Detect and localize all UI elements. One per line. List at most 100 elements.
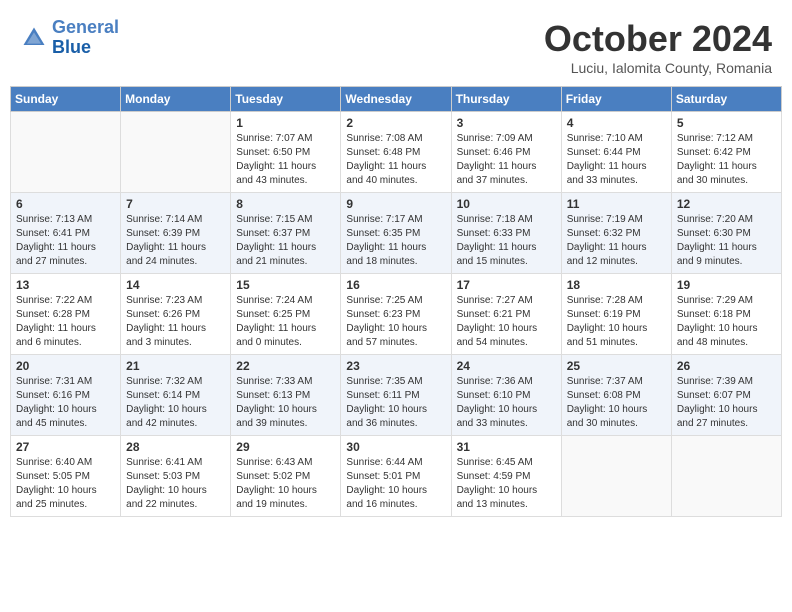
day-number: 11 xyxy=(567,197,666,211)
calendar-table: SundayMondayTuesdayWednesdayThursdayFrid… xyxy=(10,86,782,517)
calendar-cell: 4 Sunrise: 7:10 AM Sunset: 6:44 PM Daylig… xyxy=(561,112,671,193)
day-detail: Sunrise: 7:08 AM Sunset: 6:48 PM Dayligh… xyxy=(346,132,445,188)
calendar-cell xyxy=(121,112,231,193)
day-number: 26 xyxy=(677,359,776,373)
day-detail: Sunrise: 7:39 AM Sunset: 6:07 PM Dayligh… xyxy=(677,375,776,431)
logo-icon xyxy=(20,24,48,52)
day-number: 4 xyxy=(567,116,666,130)
day-number: 18 xyxy=(567,278,666,292)
day-detail: Sunrise: 7:13 AM Sunset: 6:41 PM Dayligh… xyxy=(16,213,115,269)
calendar-week-row: 27Sunrise: 6:40 AM Sunset: 5:05 PM Dayli… xyxy=(11,436,782,517)
day-number: 31 xyxy=(457,440,556,454)
day-detail: Sunrise: 7:35 AM Sunset: 6:11 PM Dayligh… xyxy=(346,375,445,431)
calendar-cell: 1 Sunrise: 7:07 AM Sunset: 6:50 PM Daylig… xyxy=(231,112,341,193)
calendar-cell: 18 Sunrise: 7:28 AM Sunset: 6:19 PM Dayli… xyxy=(561,274,671,355)
calendar-cell xyxy=(11,112,121,193)
calendar-cell: 13 Sunrise: 7:22 AM Sunset: 6:28 PM Dayli… xyxy=(11,274,121,355)
weekday-header: Monday xyxy=(121,87,231,112)
day-detail: Sunrise: 7:17 AM Sunset: 6:35 PM Dayligh… xyxy=(346,213,445,269)
calendar-week-row: 20Sunrise: 7:31 AM Sunset: 6:16 PM Dayli… xyxy=(11,355,782,436)
day-number: 10 xyxy=(457,197,556,211)
month-title: October 2024 xyxy=(544,18,772,60)
day-detail: Sunrise: 7:24 AM Sunset: 6:25 PM Dayligh… xyxy=(236,294,335,350)
calendar-cell: 15Sunrise: 7:24 AM Sunset: 6:25 PM Dayli… xyxy=(231,274,341,355)
weekday-header: Saturday xyxy=(671,87,781,112)
page-header: General Blue October 2024 Luciu, Ialomit… xyxy=(10,10,782,80)
day-detail: Sunrise: 7:12 AM Sunset: 6:42 PM Dayligh… xyxy=(677,132,776,188)
weekday-header: Tuesday xyxy=(231,87,341,112)
calendar-cell: 6Sunrise: 7:13 AM Sunset: 6:41 PM Daylig… xyxy=(11,193,121,274)
day-number: 14 xyxy=(126,278,225,292)
day-detail: Sunrise: 6:45 AM Sunset: 4:59 PM Dayligh… xyxy=(457,456,556,512)
calendar-week-row: 6Sunrise: 7:13 AM Sunset: 6:41 PM Daylig… xyxy=(11,193,782,274)
calendar-cell: 23 Sunrise: 7:35 AM Sunset: 6:11 PM Dayli… xyxy=(341,355,451,436)
day-number: 1 xyxy=(236,116,335,130)
day-detail: Sunrise: 6:43 AM Sunset: 5:02 PM Dayligh… xyxy=(236,456,335,512)
day-number: 17 xyxy=(457,278,556,292)
calendar-cell xyxy=(671,436,781,517)
calendar-cell: 12 Sunrise: 7:20 AM Sunset: 6:30 PM Dayli… xyxy=(671,193,781,274)
day-number: 24 xyxy=(457,359,556,373)
day-detail: Sunrise: 7:25 AM Sunset: 6:23 PM Dayligh… xyxy=(346,294,445,350)
weekday-header: Thursday xyxy=(451,87,561,112)
day-number: 3 xyxy=(457,116,556,130)
day-number: 30 xyxy=(346,440,445,454)
calendar-cell: 24 Sunrise: 7:36 AM Sunset: 6:10 PM Dayli… xyxy=(451,355,561,436)
calendar-cell xyxy=(561,436,671,517)
calendar-cell: 2 Sunrise: 7:08 AM Sunset: 6:48 PM Daylig… xyxy=(341,112,451,193)
day-detail: Sunrise: 7:23 AM Sunset: 6:26 PM Dayligh… xyxy=(126,294,225,350)
calendar-cell: 31 Sunrise: 6:45 AM Sunset: 4:59 PM Dayli… xyxy=(451,436,561,517)
day-number: 8 xyxy=(236,197,335,211)
location: Luciu, Ialomita County, Romania xyxy=(544,60,772,76)
day-detail: Sunrise: 7:07 AM Sunset: 6:50 PM Dayligh… xyxy=(236,132,335,188)
calendar-cell: 21Sunrise: 7:32 AM Sunset: 6:14 PM Dayli… xyxy=(121,355,231,436)
day-number: 23 xyxy=(346,359,445,373)
day-number: 7 xyxy=(126,197,225,211)
logo: General Blue xyxy=(20,18,119,58)
calendar-cell: 8 Sunrise: 7:15 AM Sunset: 6:37 PM Daylig… xyxy=(231,193,341,274)
weekday-header: Friday xyxy=(561,87,671,112)
day-number: 29 xyxy=(236,440,335,454)
day-number: 9 xyxy=(346,197,445,211)
day-number: 2 xyxy=(346,116,445,130)
day-number: 13 xyxy=(16,278,115,292)
calendar-cell: 5 Sunrise: 7:12 AM Sunset: 6:42 PM Daylig… xyxy=(671,112,781,193)
calendar-cell: 26 Sunrise: 7:39 AM Sunset: 6:07 PM Dayli… xyxy=(671,355,781,436)
day-number: 25 xyxy=(567,359,666,373)
day-detail: Sunrise: 7:14 AM Sunset: 6:39 PM Dayligh… xyxy=(126,213,225,269)
day-detail: Sunrise: 7:15 AM Sunset: 6:37 PM Dayligh… xyxy=(236,213,335,269)
calendar-cell: 25Sunrise: 7:37 AM Sunset: 6:08 PM Dayli… xyxy=(561,355,671,436)
day-number: 21 xyxy=(126,359,225,373)
calendar-cell: 29 Sunrise: 6:43 AM Sunset: 5:02 PM Dayli… xyxy=(231,436,341,517)
day-detail: Sunrise: 6:44 AM Sunset: 5:01 PM Dayligh… xyxy=(346,456,445,512)
weekday-header: Sunday xyxy=(11,87,121,112)
calendar-cell: 22Sunrise: 7:33 AM Sunset: 6:13 PM Dayli… xyxy=(231,355,341,436)
calendar-cell: 9 Sunrise: 7:17 AM Sunset: 6:35 PM Daylig… xyxy=(341,193,451,274)
logo-text: General Blue xyxy=(52,18,119,58)
weekday-header: Wednesday xyxy=(341,87,451,112)
day-number: 28 xyxy=(126,440,225,454)
day-detail: Sunrise: 6:40 AM Sunset: 5:05 PM Dayligh… xyxy=(16,456,115,512)
calendar-cell: 16 Sunrise: 7:25 AM Sunset: 6:23 PM Dayli… xyxy=(341,274,451,355)
calendar-cell: 14 Sunrise: 7:23 AM Sunset: 6:26 PM Dayli… xyxy=(121,274,231,355)
calendar-cell: 11 Sunrise: 7:19 AM Sunset: 6:32 PM Dayli… xyxy=(561,193,671,274)
weekday-header-row: SundayMondayTuesdayWednesdayThursdayFrid… xyxy=(11,87,782,112)
day-number: 5 xyxy=(677,116,776,130)
day-detail: Sunrise: 7:22 AM Sunset: 6:28 PM Dayligh… xyxy=(16,294,115,350)
calendar-cell: 10Sunrise: 7:18 AM Sunset: 6:33 PM Dayli… xyxy=(451,193,561,274)
day-detail: Sunrise: 7:36 AM Sunset: 6:10 PM Dayligh… xyxy=(457,375,556,431)
calendar-cell: 17 Sunrise: 7:27 AM Sunset: 6:21 PM Dayli… xyxy=(451,274,561,355)
day-number: 22 xyxy=(236,359,335,373)
day-number: 12 xyxy=(677,197,776,211)
calendar-cell: 28 Sunrise: 6:41 AM Sunset: 5:03 PM Dayli… xyxy=(121,436,231,517)
calendar-week-row: 1 Sunrise: 7:07 AM Sunset: 6:50 PM Daylig… xyxy=(11,112,782,193)
day-detail: Sunrise: 7:20 AM Sunset: 6:30 PM Dayligh… xyxy=(677,213,776,269)
day-detail: Sunrise: 7:10 AM Sunset: 6:44 PM Dayligh… xyxy=(567,132,666,188)
day-detail: Sunrise: 7:28 AM Sunset: 6:19 PM Dayligh… xyxy=(567,294,666,350)
day-number: 16 xyxy=(346,278,445,292)
day-detail: Sunrise: 6:41 AM Sunset: 5:03 PM Dayligh… xyxy=(126,456,225,512)
day-detail: Sunrise: 7:19 AM Sunset: 6:32 PM Dayligh… xyxy=(567,213,666,269)
calendar-week-row: 13 Sunrise: 7:22 AM Sunset: 6:28 PM Dayli… xyxy=(11,274,782,355)
calendar-cell: 27Sunrise: 6:40 AM Sunset: 5:05 PM Dayli… xyxy=(11,436,121,517)
day-detail: Sunrise: 7:27 AM Sunset: 6:21 PM Dayligh… xyxy=(457,294,556,350)
